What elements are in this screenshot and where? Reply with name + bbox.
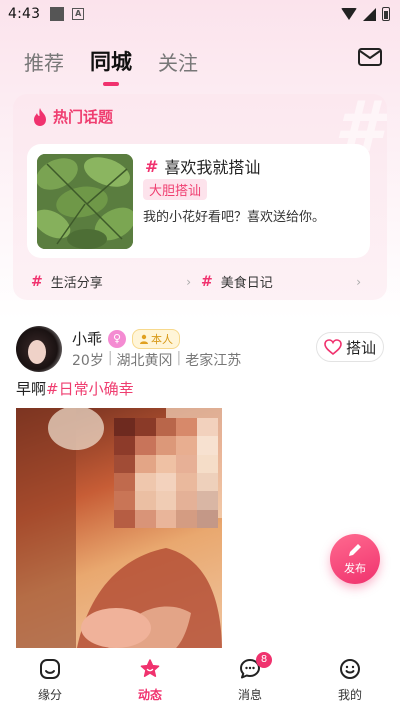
- a-notification-icon: A: [72, 8, 85, 20]
- tab-recommend[interactable]: 推荐: [24, 47, 64, 76]
- hot-topics-card: # 热门话题 # 喜欢我就搭讪 大胆搭讪 我的小花好看吧？喜欢送给你。 # 生活…: [13, 94, 387, 300]
- mail-icon[interactable]: [358, 48, 382, 66]
- self-verified-badge: 本人: [132, 328, 181, 349]
- chevron-right-icon: ›: [356, 274, 361, 289]
- avatar-face-shape: [28, 340, 46, 364]
- featured-topic-name: 喜欢我就搭讪: [164, 158, 261, 177]
- post-image[interactable]: [16, 408, 222, 653]
- tab-follow[interactable]: 关注: [158, 47, 198, 76]
- post-hashtag[interactable]: #日常小确幸: [46, 380, 134, 398]
- user-meta: 20岁 | 湖北黄冈 | 老家江苏: [72, 350, 241, 370]
- nav-label-feed: 动态: [137, 688, 162, 702]
- self-badge-label: 本人: [151, 332, 174, 346]
- hot-topics-title: 热门话题: [53, 108, 114, 126]
- battery-icon: [382, 7, 390, 21]
- chat-up-button[interactable]: 搭讪: [316, 332, 384, 362]
- fate-icon: [40, 659, 60, 679]
- nav-item-fate[interactable]: 缘分: [0, 648, 100, 712]
- profile-smile-icon: [340, 659, 360, 679]
- topic-thumbnail-image: [37, 154, 133, 249]
- user-age: 20岁: [72, 353, 104, 369]
- publish-label: 发布: [344, 562, 366, 575]
- featured-topic-name-row: # 喜欢我就搭讪: [145, 154, 260, 178]
- sub-topic-label: 美食日记: [220, 276, 273, 291]
- heart-outline-icon: [324, 339, 342, 355]
- post-text-prefix: 早啊: [16, 380, 47, 398]
- status-bar: 4:43 A: [0, 0, 400, 28]
- bottom-navigation: 缘分 动态 8 消息 我的: [0, 648, 400, 712]
- nav-item-profile[interactable]: 我的: [300, 648, 400, 712]
- nav-label-messages: 消息: [237, 688, 262, 702]
- active-tab-indicator: [103, 82, 119, 86]
- sub-topic-life-sharing[interactable]: # 生活分享 ›: [31, 272, 201, 292]
- nav-label-profile: 我的: [337, 688, 362, 702]
- status-time: 4:43: [8, 6, 41, 22]
- wifi-icon: [341, 8, 357, 20]
- feed-star-icon: [140, 659, 160, 677]
- signal-icon: [363, 7, 376, 21]
- avatar[interactable]: [16, 326, 62, 372]
- meta-separator: |: [107, 350, 113, 366]
- notification-square-icon: [50, 7, 65, 21]
- sub-topic-food-diary[interactable]: # 美食日记 ›: [201, 272, 371, 292]
- user-location: 湖北黄冈: [116, 353, 173, 369]
- featured-topic-description: 我的小花好看吧？喜欢送给你。: [143, 210, 326, 225]
- sub-topics-row: # 生活分享 › # 美食日记 ›: [31, 272, 371, 292]
- flame-icon: [34, 107, 46, 126]
- sub-topic-label: 生活分享: [50, 276, 103, 291]
- hash-icon: #: [201, 273, 213, 290]
- pixelated-face-mosaic: [114, 418, 218, 528]
- nav-label-fate: 缘分: [37, 688, 62, 702]
- featured-topic-card[interactable]: # 喜欢我就搭讪 大胆搭讪 我的小花好看吧？喜欢送给你。: [27, 144, 370, 258]
- username[interactable]: 小乖: [72, 328, 102, 349]
- message-count-badge: 8: [256, 652, 272, 668]
- female-gender-icon: ♀: [108, 329, 127, 348]
- username-row: 小乖 ♀ 本人: [72, 328, 181, 349]
- pencil-icon: [349, 544, 361, 556]
- feed-tabs: 推荐 同城 关注: [24, 46, 198, 86]
- hash-icon: #: [145, 156, 159, 176]
- hash-icon: #: [31, 273, 43, 290]
- featured-topic-tag: 大胆搭讪: [143, 179, 208, 200]
- chevron-right-icon: ›: [186, 274, 191, 289]
- user-hometown: 老家江苏: [185, 353, 242, 369]
- meta-separator: |: [176, 350, 182, 366]
- nav-item-messages[interactable]: 8 消息: [200, 648, 300, 712]
- tab-same-city[interactable]: 同城: [90, 46, 132, 86]
- publish-button[interactable]: 发布: [330, 534, 380, 584]
- tab-same-city-label: 同城: [90, 50, 132, 74]
- post-text: 早啊#日常小确幸: [16, 378, 134, 399]
- chat-up-label: 搭讪: [345, 338, 376, 357]
- hot-topics-header: 热门话题: [31, 106, 113, 127]
- nav-item-feed[interactable]: 动态: [100, 648, 200, 712]
- person-icon: [140, 334, 149, 344]
